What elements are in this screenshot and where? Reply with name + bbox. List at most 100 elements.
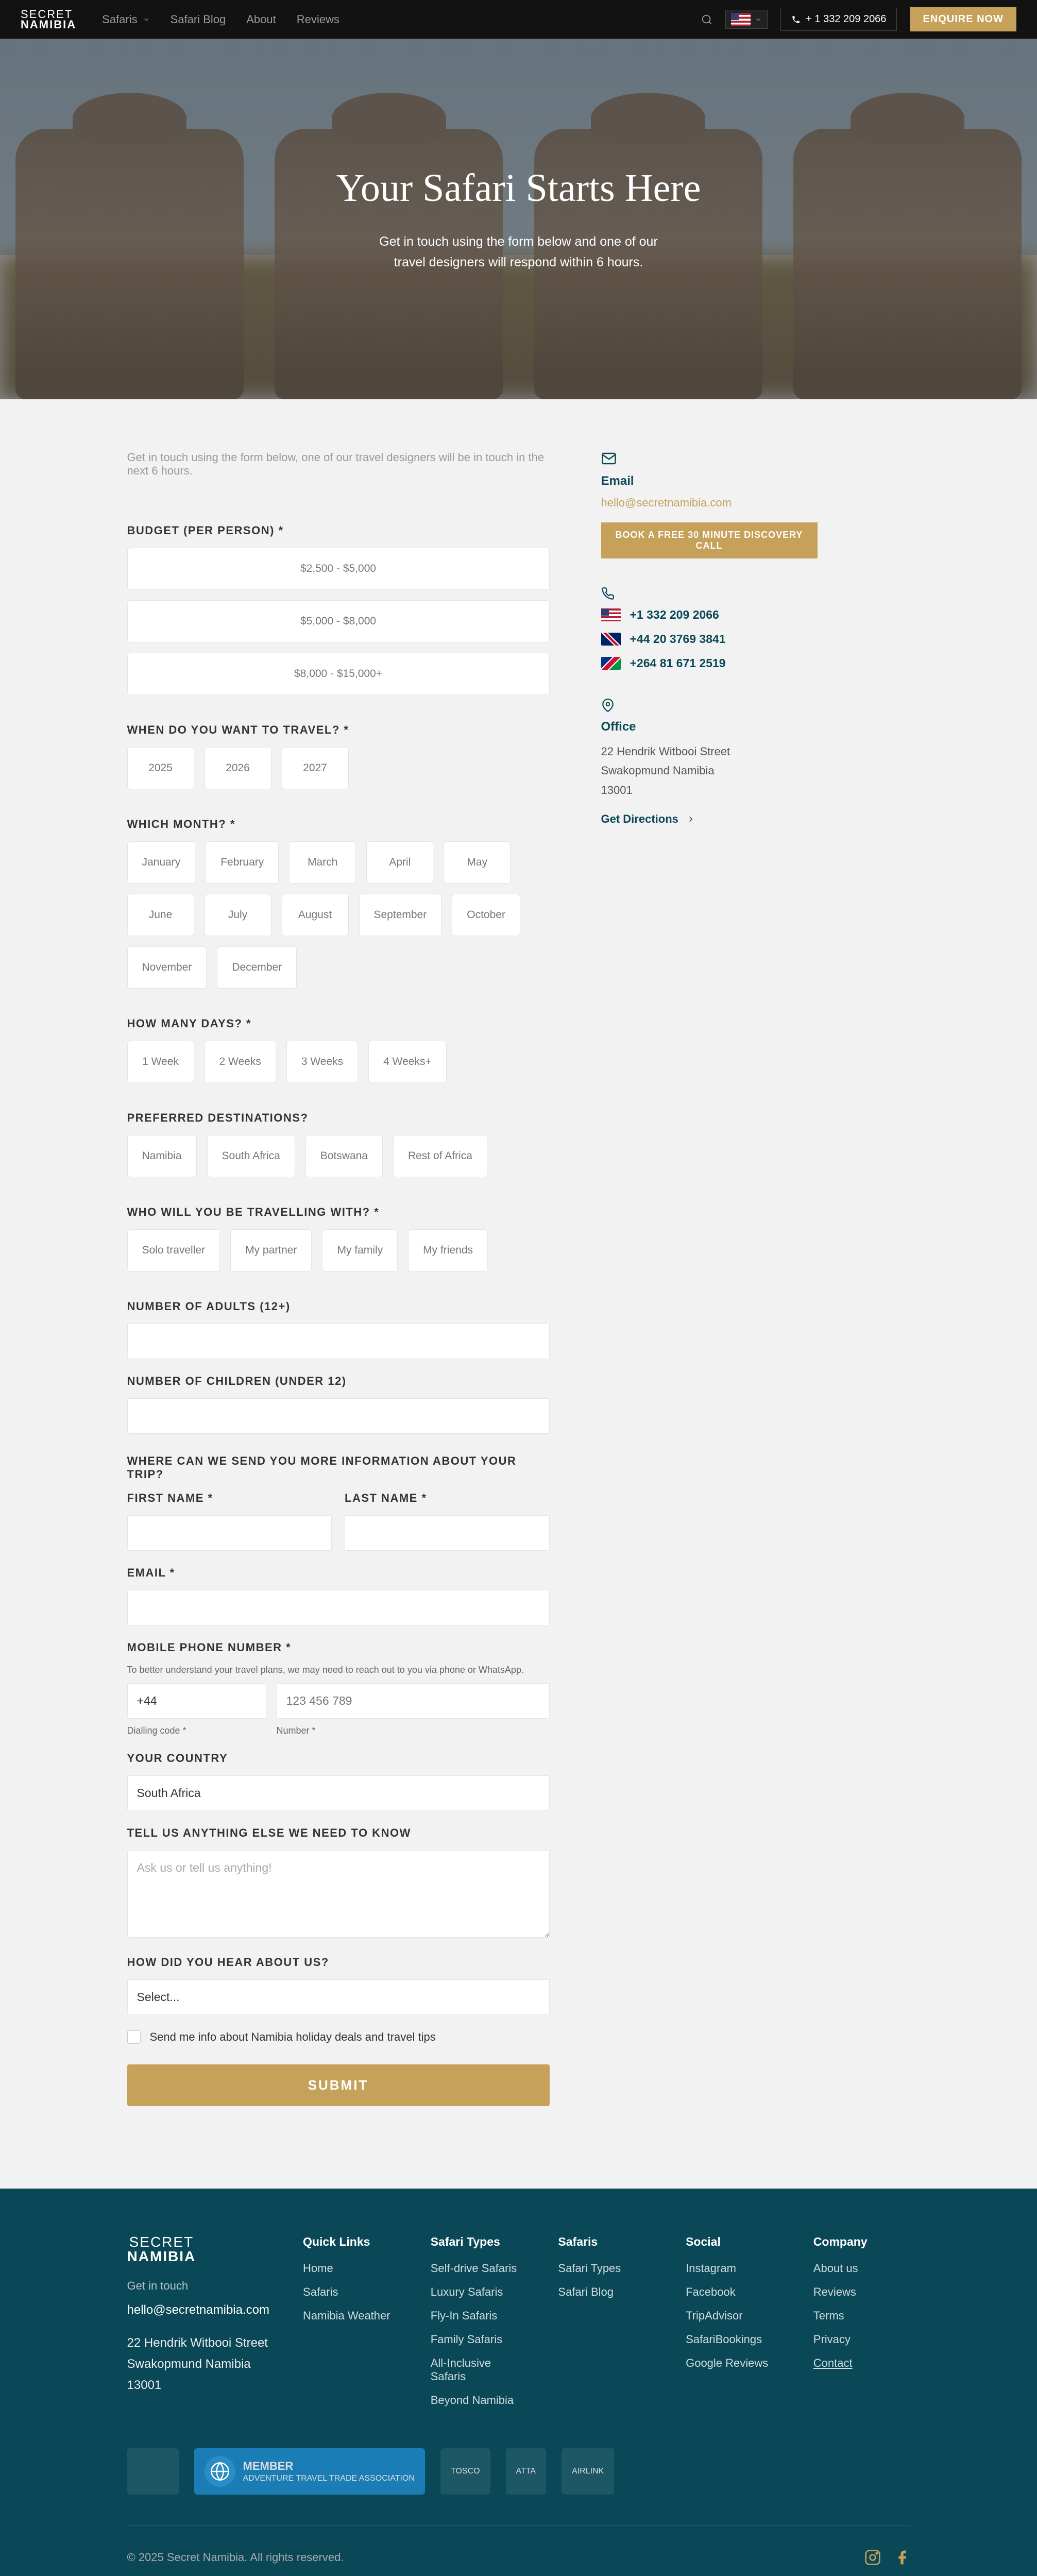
month-option[interactable]: June bbox=[127, 894, 194, 936]
footer-link[interactable]: Namibia Weather bbox=[303, 2309, 400, 2323]
country-select[interactable]: South Africa bbox=[127, 1775, 550, 1811]
enquire-button[interactable]: ENQUIRE NOW bbox=[910, 7, 1016, 31]
days-option[interactable]: 3 Weeks bbox=[286, 1041, 358, 1083]
year-option[interactable]: 2027 bbox=[282, 747, 349, 789]
budget-option-1[interactable]: $2,500 - $5,000 bbox=[127, 548, 550, 590]
footer-link[interactable]: Instagram bbox=[686, 2262, 783, 2275]
footer-link-contact[interactable]: Contact bbox=[813, 2357, 910, 2370]
directions-link[interactable]: Get Directions bbox=[601, 812, 818, 826]
footer-link[interactable]: All-Inclusive Safaris bbox=[431, 2357, 528, 2383]
who-option[interactable]: My partner bbox=[230, 1229, 312, 1272]
hear-select[interactable]: Select... bbox=[127, 1979, 550, 2015]
dest-option[interactable]: Namibia bbox=[127, 1135, 197, 1177]
office-title: Office bbox=[601, 720, 818, 734]
us-flag-icon bbox=[601, 608, 621, 621]
month-option[interactable]: April bbox=[366, 841, 433, 884]
newsletter-row: Send me info about Namibia holiday deals… bbox=[127, 2030, 550, 2044]
book-call-button[interactable]: BOOK A FREE 30 MINUTE DISCOVERY CALL bbox=[601, 522, 818, 558]
nav-safaris[interactable]: Safaris bbox=[102, 13, 149, 26]
nav-blog[interactable]: Safari Blog bbox=[171, 13, 226, 26]
last-name-input[interactable] bbox=[345, 1515, 550, 1551]
children-input[interactable] bbox=[127, 1398, 550, 1434]
mail-icon bbox=[601, 451, 818, 466]
submit-button[interactable]: SUBMIT bbox=[127, 2064, 550, 2106]
days-option[interactable]: 1 Week bbox=[127, 1041, 194, 1083]
footer-link[interactable]: SafariBookings bbox=[686, 2333, 783, 2346]
newsletter-checkbox[interactable] bbox=[127, 2030, 141, 2044]
locale-selector[interactable] bbox=[725, 10, 768, 29]
footer-address: 22 Hendrik Witbooi Street Swakopmund Nam… bbox=[127, 2333, 273, 2396]
footer-addr-2: Swakopmund Namibia bbox=[127, 2354, 273, 2375]
month-option[interactable]: February bbox=[206, 841, 279, 884]
footer-link[interactable]: Family Safaris bbox=[431, 2333, 528, 2346]
who-option[interactable]: Solo traveller bbox=[127, 1229, 220, 1272]
adults-input[interactable] bbox=[127, 1324, 550, 1359]
tellus-textarea[interactable] bbox=[127, 1850, 550, 1938]
footer-link[interactable]: Terms bbox=[813, 2309, 910, 2323]
footer-link[interactable]: Safaris bbox=[303, 2285, 400, 2299]
facebook-link[interactable] bbox=[894, 2549, 910, 2566]
addr-line-3: 13001 bbox=[601, 781, 818, 800]
search-button[interactable] bbox=[701, 14, 712, 25]
footer-link[interactable]: TripAdvisor bbox=[686, 2309, 783, 2323]
footer-link[interactable]: Privacy bbox=[813, 2333, 910, 2346]
instagram-link[interactable] bbox=[864, 2549, 881, 2566]
email-input[interactable] bbox=[127, 1590, 550, 1625]
footer-logo[interactable]: SECRET NAMIBIA bbox=[127, 2235, 196, 2264]
footer-link[interactable]: Safari Types bbox=[558, 2262, 655, 2275]
month-option[interactable]: May bbox=[444, 841, 511, 884]
primary-nav: Safaris Safari Blog About Reviews bbox=[102, 13, 339, 26]
month-option[interactable]: July bbox=[205, 894, 271, 936]
logo[interactable]: SECRET NAMIBIA bbox=[21, 9, 76, 30]
days-option[interactable]: 4 Weeks+ bbox=[368, 1041, 447, 1083]
budget-option-3[interactable]: $8,000 - $15,000+ bbox=[127, 653, 550, 695]
contact-email[interactable]: hello@secretnamibia.com bbox=[601, 496, 818, 510]
footer-inner: SECRET NAMIBIA Get in touch hello@secret… bbox=[96, 2235, 941, 2576]
dest-option[interactable]: Botswana bbox=[305, 1135, 383, 1177]
month-option[interactable]: December bbox=[217, 946, 297, 989]
footer-link[interactable]: Fly-In Safaris bbox=[431, 2309, 528, 2323]
month-option[interactable]: August bbox=[282, 894, 349, 936]
month-option[interactable]: March bbox=[289, 841, 356, 884]
footer-link[interactable]: Beyond Namibia bbox=[431, 2394, 528, 2407]
dest-option[interactable]: South Africa bbox=[207, 1135, 295, 1177]
chevron-down-icon bbox=[755, 16, 762, 23]
first-name-input[interactable] bbox=[127, 1515, 332, 1551]
footer-link[interactable]: Safari Blog bbox=[558, 2285, 655, 2299]
footer-link[interactable]: About us bbox=[813, 2262, 910, 2275]
phone-uk[interactable]: +44 20 3769 3841 bbox=[601, 632, 818, 646]
header-phone[interactable]: + 1 332 209 2066 bbox=[780, 8, 897, 31]
who-option[interactable]: My family bbox=[322, 1229, 398, 1272]
phone-number-input[interactable] bbox=[277, 1683, 550, 1719]
dialing-code-input[interactable] bbox=[127, 1683, 266, 1719]
month-option[interactable]: October bbox=[452, 894, 520, 936]
hero-title: Your Safari Starts Here bbox=[336, 166, 701, 211]
nav-reviews[interactable]: Reviews bbox=[297, 13, 339, 26]
footer-link[interactable]: Home bbox=[303, 2262, 400, 2275]
month-label: WHICH MONTH? * bbox=[127, 818, 550, 831]
footer-link[interactable]: Google Reviews bbox=[686, 2357, 783, 2370]
who-option[interactable]: My friends bbox=[408, 1229, 488, 1272]
year-option[interactable]: 2025 bbox=[127, 747, 194, 789]
footer-company-title: Company bbox=[813, 2235, 910, 2249]
footer-email[interactable]: hello@secretnamibia.com bbox=[127, 2303, 273, 2317]
month-option[interactable]: January bbox=[127, 841, 196, 884]
footer-link[interactable]: Luxury Safaris bbox=[431, 2285, 528, 2299]
year-option[interactable]: 2026 bbox=[205, 747, 271, 789]
globe-icon bbox=[205, 2456, 235, 2487]
hero-section: Your Safari Starts Here Get in touch usi… bbox=[0, 39, 1037, 399]
footer-link[interactable]: Facebook bbox=[686, 2285, 783, 2299]
dest-option[interactable]: Rest of Africa bbox=[393, 1135, 487, 1177]
uk-flag-icon bbox=[601, 633, 621, 646]
month-option[interactable]: November bbox=[127, 946, 207, 989]
instagram-icon bbox=[864, 2549, 881, 2566]
footer-link[interactable]: Self-drive Safaris bbox=[431, 2262, 528, 2275]
nav-about[interactable]: About bbox=[246, 13, 276, 26]
budget-option-2[interactable]: $5,000 - $8,000 bbox=[127, 600, 550, 642]
footer-safaris-col: Safaris Safari Types Safari Blog bbox=[558, 2235, 655, 2417]
month-option[interactable]: September bbox=[359, 894, 442, 936]
footer-link[interactable]: Reviews bbox=[813, 2285, 910, 2299]
phone-na[interactable]: +264 81 671 2519 bbox=[601, 656, 818, 670]
days-option[interactable]: 2 Weeks bbox=[205, 1041, 276, 1083]
phone-us[interactable]: +1 332 209 2066 bbox=[601, 608, 818, 622]
